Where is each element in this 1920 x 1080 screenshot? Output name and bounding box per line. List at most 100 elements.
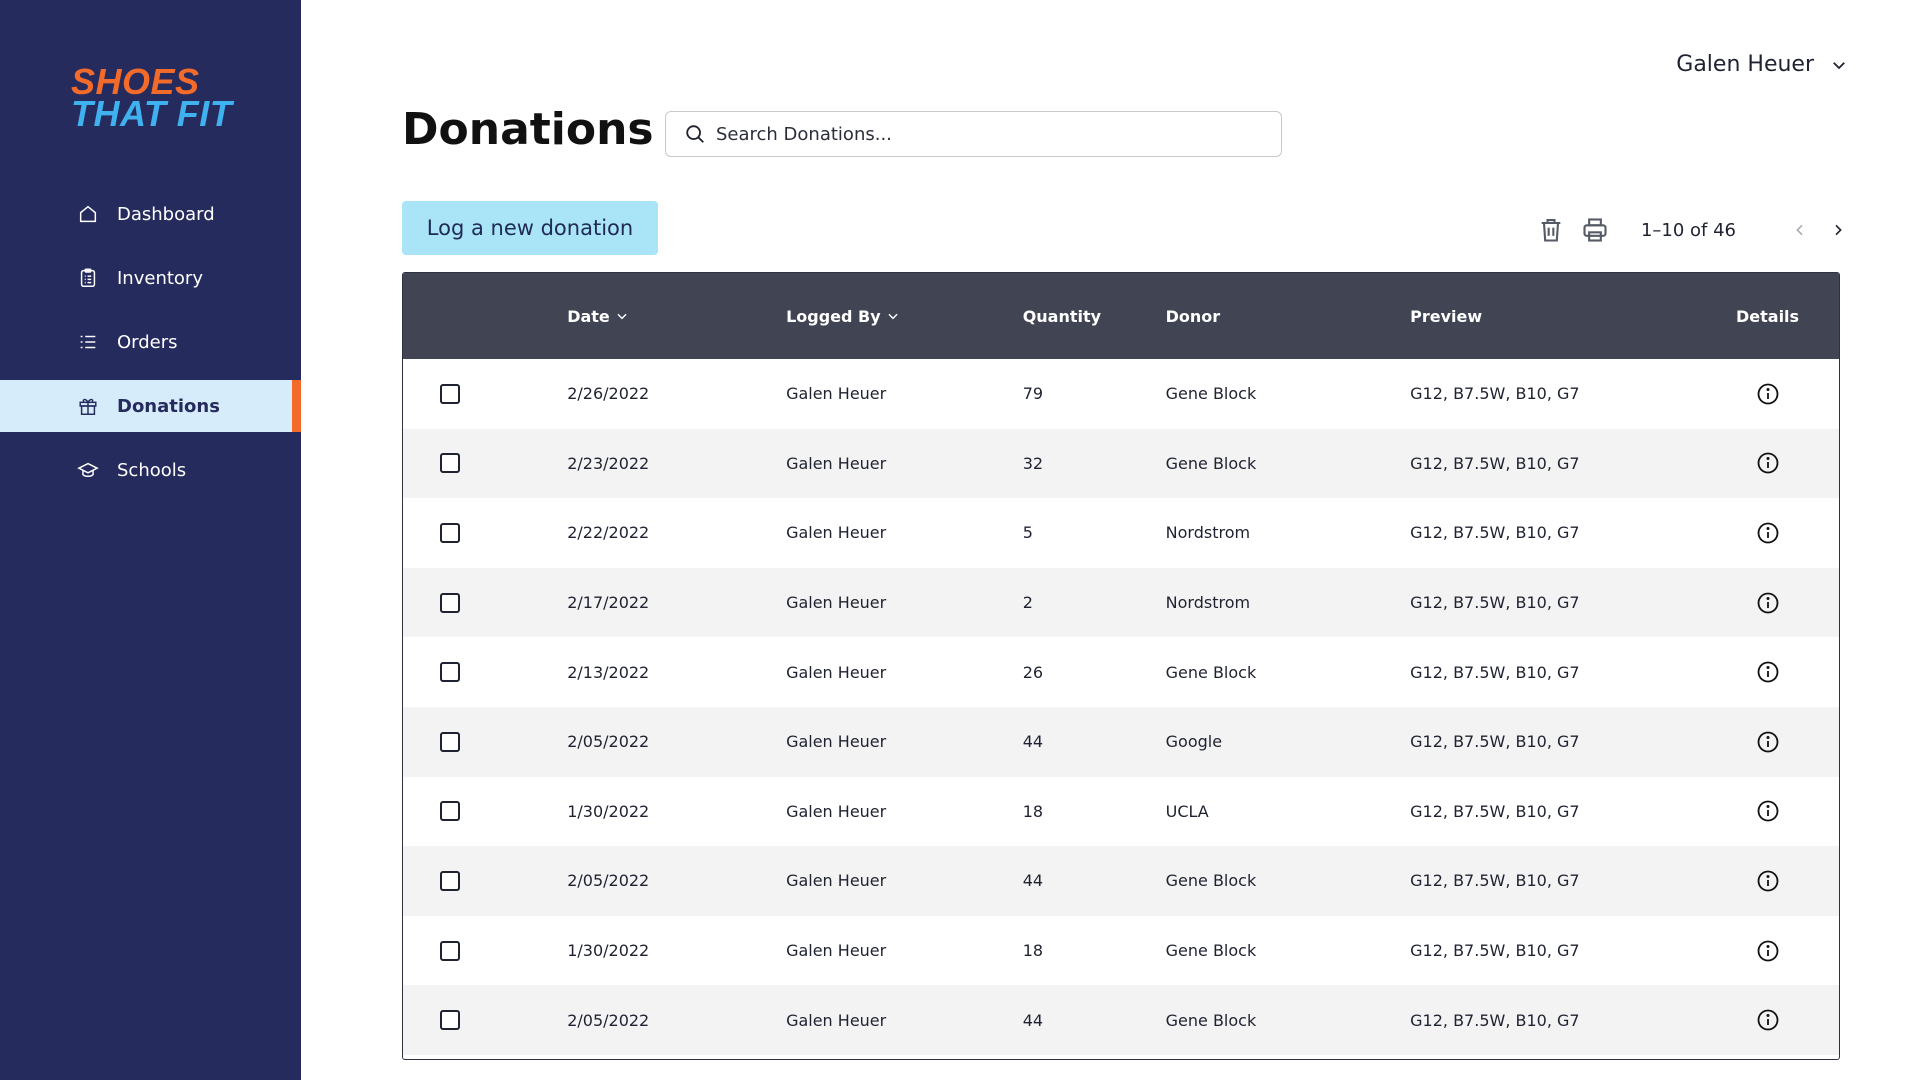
cell-quantity: 5: [1022, 523, 1033, 543]
cell-donor: Gene Block: [1165, 941, 1257, 961]
cell-preview: G12, B7.5W, B10, G7: [1410, 871, 1580, 891]
clipboard-icon: [80, 268, 96, 287]
table-row: 2/13/2022 Galen Heuer 26 Gene Block G12,…: [403, 637, 1839, 707]
sidebar-item-donations[interactable]: Donations: [0, 380, 301, 432]
user-name: Galen Heuer: [1676, 52, 1814, 77]
cell-logged-by: Galen Heuer: [786, 801, 887, 821]
row-checkbox[interactable]: [440, 801, 461, 822]
row-checkbox[interactable]: [440, 453, 461, 474]
info-icon[interactable]: [1756, 869, 1780, 893]
info-icon[interactable]: [1756, 591, 1780, 615]
row-checkbox[interactable]: [440, 1010, 461, 1031]
cell-quantity: 79: [1022, 384, 1044, 404]
cell-date: 2/26/2022: [567, 384, 650, 404]
cell-date: 2/05/2022: [567, 732, 650, 752]
info-icon[interactable]: [1756, 939, 1780, 963]
column-header-label: Logged By: [786, 306, 881, 326]
cell-quantity: 44: [1022, 871, 1044, 891]
cell-date: 2/05/2022: [567, 1010, 650, 1030]
sidebar-item-label: Dashboard: [117, 203, 215, 225]
row-checkbox[interactable]: [440, 870, 461, 891]
table-toolbar: 1–10 of 46: [1537, 216, 1846, 244]
cell-quantity: 2: [1022, 593, 1033, 613]
cell-logged-by: Galen Heuer: [786, 941, 887, 961]
row-checkbox[interactable]: [440, 522, 461, 543]
cell-donor: Gene Block: [1165, 871, 1257, 891]
column-header-preview: Preview: [1410, 306, 1483, 326]
cell-preview: G12, B7.5W, B10, G7: [1410, 453, 1580, 473]
graduation-cap-icon: [77, 462, 99, 478]
table-row: 2/17/2022 Galen Heuer 2 Nordstrom G12, B…: [403, 567, 1839, 638]
trash-icon[interactable]: [1537, 216, 1565, 244]
table-row: 2/05/2022 Galen Heuer 44 Google G12, B7.…: [403, 706, 1839, 777]
cell-preview: G12, B7.5W, B10, G7: [1410, 801, 1580, 821]
cell-logged-by: Galen Heuer: [786, 662, 887, 682]
row-checkbox[interactable]: [440, 592, 461, 613]
info-icon[interactable]: [1756, 799, 1780, 823]
cell-donor: Nordstrom: [1165, 523, 1251, 543]
info-icon[interactable]: [1756, 1008, 1780, 1032]
sidebar-item-dashboard[interactable]: Dashboard: [0, 188, 301, 240]
info-icon[interactable]: [1756, 521, 1780, 545]
cell-preview: G12, B7.5W, B10, G7: [1410, 593, 1580, 613]
cell-date: 2/23/2022: [567, 453, 650, 473]
sidebar-item-schools[interactable]: Schools: [0, 444, 301, 496]
row-checkbox[interactable]: [440, 383, 461, 404]
cell-preview: G12, B7.5W, B10, G7: [1410, 384, 1580, 404]
cell-logged-by: Galen Heuer: [786, 384, 887, 404]
column-header-donor: Donor: [1165, 306, 1221, 326]
sidebar-item-label: Inventory: [117, 267, 203, 289]
chevron-down-icon: [888, 313, 898, 320]
home-icon: [79, 205, 97, 223]
row-checkbox[interactable]: [440, 940, 461, 961]
cell-logged-by: Galen Heuer: [786, 1010, 887, 1030]
column-header-label: Date: [567, 306, 610, 326]
row-checkbox[interactable]: [440, 662, 461, 683]
column-header-quantity: Quantity: [1022, 306, 1102, 326]
cell-preview: G12, B7.5W, B10, G7: [1410, 941, 1580, 961]
cell-donor: Nordstrom: [1165, 593, 1251, 613]
cell-donor: Gene Block: [1165, 662, 1257, 682]
chevron-down-icon: [1833, 61, 1845, 69]
info-icon[interactable]: [1756, 451, 1780, 475]
sidebar-item-label: Donations: [117, 395, 220, 417]
sidebar-item-orders[interactable]: Orders: [0, 316, 301, 368]
logo-line-2: THAT FIT: [71, 93, 233, 134]
info-icon[interactable]: [1756, 382, 1780, 406]
info-icon[interactable]: [1756, 730, 1780, 754]
cell-logged-by: Galen Heuer: [786, 871, 887, 891]
table-row: 2/05/2022 Galen Heuer 44 Gene Block G12,…: [403, 985, 1839, 1055]
shoes-that-fit-logo[interactable]: SHOES THAT FIT: [71, 64, 233, 134]
column-header-logged-by[interactable]: Logged By: [786, 307, 900, 326]
sidebar-item-label: Schools: [117, 459, 187, 481]
sidebar-item-inventory[interactable]: Inventory: [0, 252, 301, 304]
print-icon[interactable]: [1581, 216, 1609, 244]
cell-donor: Gene Block: [1165, 453, 1257, 473]
column-header-date[interactable]: Date: [567, 307, 629, 326]
table-header: Date Logged By Quantity Donor Preview De…: [403, 273, 1839, 359]
search-input[interactable]: [716, 123, 1256, 145]
cell-date: 2/17/2022: [567, 593, 650, 613]
cell-logged-by: Galen Heuer: [786, 453, 887, 473]
info-icon[interactable]: [1756, 660, 1780, 684]
cell-preview: G12, B7.5W, B10, G7: [1410, 732, 1580, 752]
cell-date: 2/22/2022: [567, 523, 650, 543]
chevron-left-icon[interactable]: [1792, 222, 1808, 238]
cell-quantity: 26: [1022, 662, 1044, 682]
cell-logged-by: Galen Heuer: [786, 593, 887, 613]
cell-date: 1/30/2022: [567, 941, 650, 961]
donations-table: Date Logged By Quantity Donor Preview De…: [402, 272, 1840, 1060]
cell-logged-by: Galen Heuer: [786, 732, 887, 752]
cell-donor: Gene Block: [1165, 384, 1257, 404]
gift-icon: [79, 398, 97, 415]
row-checkbox[interactable]: [440, 731, 461, 752]
user-menu[interactable]: Galen Heuer: [1676, 52, 1848, 77]
cell-donor: Gene Block: [1165, 1010, 1257, 1030]
table-row: 1/30/2022 Galen Heuer 18 Gene Block G12,…: [403, 916, 1839, 986]
search-icon: [686, 125, 704, 143]
page-title: Donations: [402, 104, 654, 155]
search-box: [665, 111, 1282, 157]
cell-logged-by: Galen Heuer: [786, 523, 887, 543]
log-new-donation-button[interactable]: Log a new donation: [402, 201, 658, 255]
chevron-right-icon[interactable]: [1830, 222, 1846, 238]
